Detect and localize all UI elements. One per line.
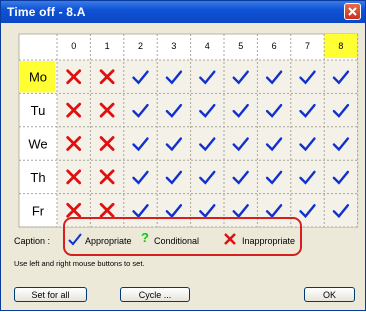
ok-button[interactable]: OK [304, 287, 355, 302]
legend-conditional: Conditional [154, 236, 200, 246]
column-header-3: 3 [171, 41, 176, 51]
column-header-4: 4 [205, 41, 210, 51]
row-header-we: We [28, 137, 47, 152]
column-header-1: 1 [105, 41, 110, 51]
column-header-7: 7 [305, 41, 310, 51]
legend-appropriate: Appropriate [85, 236, 132, 246]
column-header-0: 0 [71, 41, 76, 51]
time-off-dialog: Time off - 8.A 0 1 2 3 4 5 6 7 8 Mo Tu We Th Fr Capti… [0, 0, 366, 311]
question-mark-icon: ? [141, 230, 149, 245]
row-header-tu: Tu [31, 103, 46, 118]
row-header-mo: Mo [29, 70, 47, 85]
caption-label: Caption : [14, 236, 51, 246]
column-header-8: 8 [338, 41, 343, 51]
cells-background [57, 60, 358, 227]
checkmark-icon [68, 233, 82, 246]
column-header-2: 2 [138, 41, 143, 51]
column-header-6: 6 [272, 41, 277, 51]
row-header-th: Th [30, 170, 45, 185]
mouse-hint: Use left and right mouse buttons to set. [14, 259, 145, 268]
column-header-5: 5 [238, 41, 243, 51]
cycle-button[interactable]: Cycle ... [120, 287, 190, 302]
legend-inappropriate: Inappropriate [242, 236, 296, 246]
set-for-all-button[interactable]: Set for all [14, 287, 87, 302]
row-header-fr: Fr [32, 203, 45, 218]
cross-icon [224, 233, 236, 245]
